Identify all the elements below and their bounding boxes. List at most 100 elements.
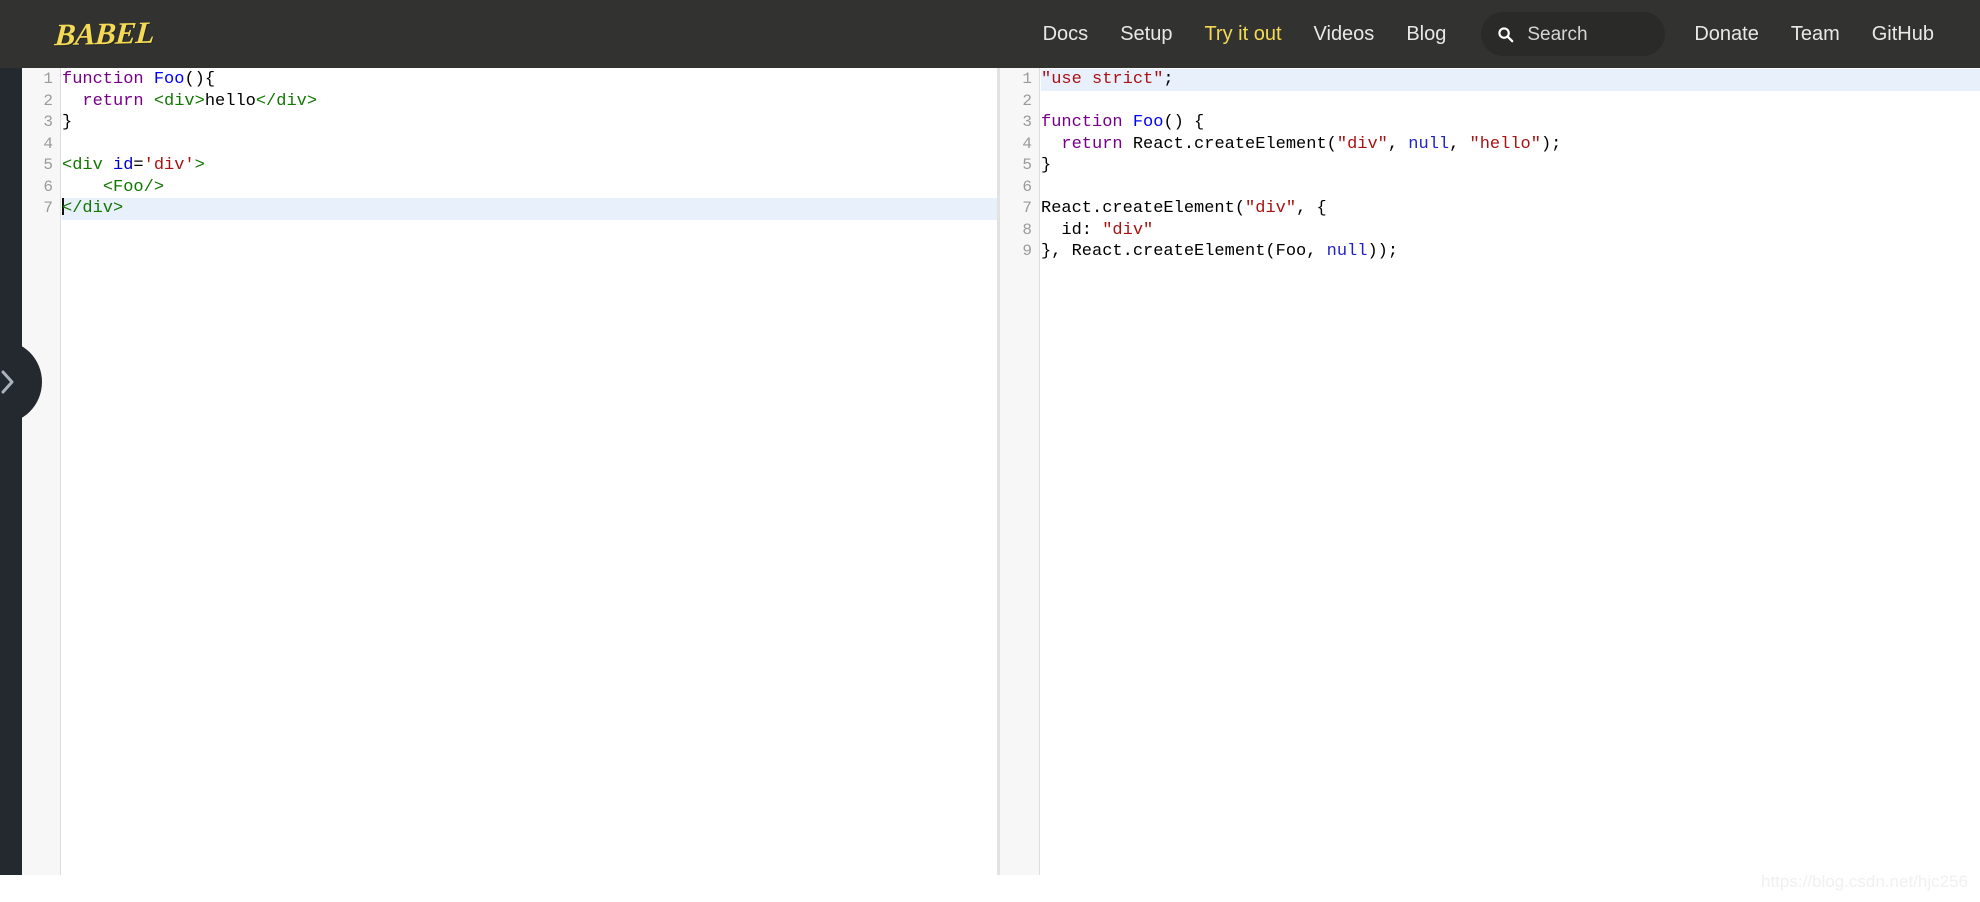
code-line[interactable]: 7 React.createElement("div", {: [1022, 198, 1980, 220]
output-editor-pane[interactable]: 1 "use strict"; 2 3 function Foo() { 4 return…: [1000, 68, 1980, 875]
search-box[interactable]: Search: [1481, 12, 1666, 56]
input-code-lines: 1 function Foo(){2 return <div>hello</div…: [43, 68, 997, 220]
code-token: }, React.createElement(Foo,: [1041, 242, 1327, 261]
code-token: </div>: [255, 91, 318, 111]
code-token: }: [1041, 156, 1052, 175]
nav-link-docs[interactable]: Docs: [1027, 16, 1105, 52]
line-number: 5: [43, 156, 53, 174]
code-token: return: [1061, 134, 1123, 154]
line-number: 7: [43, 199, 53, 217]
code-token: </div>: [62, 199, 124, 218]
main-navigation: Docs Setup Try it out Videos Blog Search…: [1027, 12, 1980, 56]
code-token: "div": [1245, 199, 1297, 218]
line-number: 2: [43, 91, 53, 110]
code-token: "div": [1102, 220, 1154, 240]
code-token: <Foo/>: [102, 177, 165, 197]
code-line[interactable]: 7 </div>: [43, 198, 997, 220]
watermark: https://blog.csdn.net/hjc256: [1761, 872, 1968, 891]
search-icon: [1498, 26, 1514, 42]
code-line[interactable]: 2: [1022, 91, 1980, 113]
code-token: function: [1041, 113, 1123, 132]
output-code-area[interactable]: 1 "use strict"; 2 3 function Foo() { 4 return…: [1022, 68, 1980, 875]
line-number: 1: [1022, 70, 1032, 88]
pane-divider[interactable]: [997, 68, 1000, 875]
nav-link-donate[interactable]: Donate: [1678, 16, 1775, 52]
search-input[interactable]: Search: [1527, 25, 1587, 44]
code-token: function: [62, 70, 144, 89]
line-number: 3: [43, 113, 53, 131]
code-token: null: [1408, 134, 1450, 154]
line-number: 8: [1022, 220, 1032, 239]
code-token: null: [1326, 242, 1368, 261]
code-line[interactable]: 8 id: "div": [1022, 220, 1980, 242]
code-token: return: [82, 91, 144, 111]
code-token: <div>: [153, 91, 205, 111]
line-number: 7: [1022, 199, 1032, 217]
code-line[interactable]: 1 "use strict";: [1022, 69, 1980, 91]
code-token: , {: [1296, 199, 1327, 218]
chevron-right-icon: [1, 370, 14, 394]
babel-logo[interactable]: BABEL: [53, 15, 156, 54]
line-number: 6: [1022, 177, 1032, 196]
code-token: id:: [1041, 220, 1103, 240]
code-token: }: [62, 113, 73, 132]
code-token: 'div': [143, 156, 195, 175]
line-number: 4: [43, 134, 53, 153]
code-line[interactable]: 9 }, React.createElement(Foo, null));: [1022, 241, 1980, 263]
nav-link-blog[interactable]: Blog: [1390, 16, 1462, 52]
code-line[interactable]: 2 return <div>hello</div>: [43, 91, 997, 113]
code-line[interactable]: 3}: [43, 112, 997, 134]
code-token: >: [194, 156, 205, 175]
code-line[interactable]: 5 <div id='div'>: [43, 155, 997, 177]
code-token: );: [1540, 134, 1562, 154]
nav-link-team[interactable]: Team: [1775, 16, 1856, 52]
code-line[interactable]: 6 <Foo/>: [43, 177, 997, 199]
code-token: Foo: [1132, 113, 1164, 132]
code-line[interactable]: 4: [43, 134, 997, 156]
line-number: 2: [1022, 91, 1032, 110]
code-token: React.createElement(: [1122, 134, 1337, 154]
line-number: 4: [1022, 134, 1032, 153]
code-token: React.createElement(: [1041, 199, 1246, 218]
input-editor-pane[interactable]: 1 function Foo(){2 return <div>hello</div…: [22, 68, 997, 875]
line-number: 6: [43, 177, 53, 196]
code-line[interactable]: 4 return React.createElement("div", null…: [1022, 134, 1980, 156]
code-token: ,: [1449, 134, 1470, 154]
code-token: <div: [62, 156, 114, 175]
code-line[interactable]: 3 function Foo() {: [1022, 112, 1980, 134]
output-code-lines: 1 "use strict"; 2 3 function Foo() { 4 return…: [1022, 68, 1980, 263]
code-token: (){: [184, 70, 216, 89]
code-line[interactable]: 1 function Foo(){: [43, 69, 997, 91]
code-token: ;: [1163, 70, 1174, 89]
input-code-area[interactable]: 1 function Foo(){2 return <div>hello</div…: [43, 68, 997, 875]
nav-link-try-it-out[interactable]: Try it out: [1188, 16, 1297, 52]
code-token: =: [133, 156, 144, 175]
code-token: ));: [1367, 242, 1399, 261]
code-token: ,: [1387, 134, 1409, 154]
line-number: 5: [1022, 156, 1032, 174]
site-header: BABEL Docs Setup Try it out Videos Blog …: [0, 0, 1980, 68]
code-token: Foo: [153, 70, 185, 89]
nav-link-videos[interactable]: Videos: [1298, 16, 1391, 52]
line-number: 3: [1022, 113, 1032, 131]
code-line[interactable]: 5}: [1022, 155, 1980, 177]
line-number: 9: [1022, 242, 1032, 260]
code-token: id: [113, 156, 134, 175]
code-token: "hello": [1469, 134, 1541, 154]
code-token: "use strict": [1041, 70, 1164, 89]
code-token: "div": [1336, 134, 1388, 154]
left-rail: [0, 68, 22, 875]
nav-link-github[interactable]: GitHub: [1856, 16, 1950, 52]
code-line[interactable]: 6: [1022, 177, 1980, 199]
nav-link-setup[interactable]: Setup: [1104, 16, 1188, 52]
code-token: () {: [1163, 113, 1205, 132]
line-number: 1: [43, 70, 53, 88]
babel-repl-page: BABEL Docs Setup Try it out Videos Blog …: [0, 0, 1980, 902]
code-token: hello: [204, 91, 256, 111]
editor-workspace: 1 function Foo(){2 return <div>hello</div…: [0, 68, 1980, 902]
